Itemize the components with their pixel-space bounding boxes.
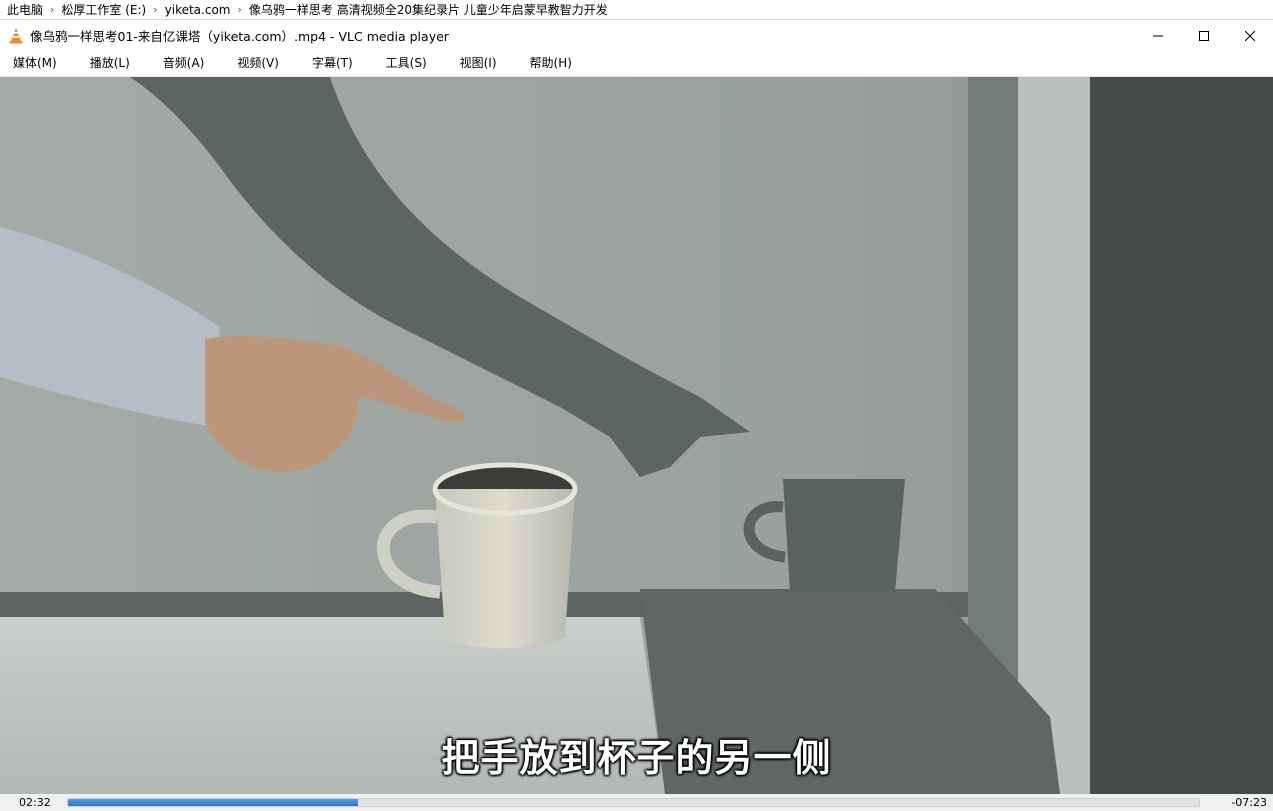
video-display[interactable]: 把手放到杯子的另一侧 [0,77,1273,794]
seek-bar-progress [68,799,358,806]
video-frame [0,77,1273,794]
menu-media[interactable]: 媒体(M) [6,50,64,77]
chevron-right-icon: › [237,3,242,16]
menu-video[interactable]: 视频(V) [230,50,286,77]
vlc-cone-icon [9,27,23,44]
menu-playback[interactable]: 播放(L) [83,50,137,77]
subtitle-text: 把手放到杯子的另一侧 [441,736,832,780]
explorer-breadcrumb: 此电脑 › 松厚工作室 (E:) › yiketa.com › 像乌鸦一样思考 … [0,0,1273,20]
chevron-right-icon: › [153,3,158,16]
close-icon [1245,30,1255,41]
menu-audio[interactable]: 音频(A) [156,50,212,77]
menu-bar: 媒体(M) 播放(L) 音频(A) 视频(V) 字幕(T) 工具(S) 视图(I… [0,50,1273,77]
minimize-button[interactable] [1135,21,1181,50]
window-title: 像乌鸦一样思考01-来自亿课塔（yiketa.com）.mp4 - VLC me… [30,29,449,44]
breadcrumb-item-this-pc[interactable]: 此电脑 [7,1,43,18]
menu-tools[interactable]: 工具(S) [379,50,434,77]
playback-controls: 02:32 -07:23 [0,794,1273,811]
maximize-button[interactable] [1181,21,1227,50]
menu-help[interactable]: 帮助(H) [523,50,579,77]
remaining-time[interactable]: -07:23 [1231,794,1267,811]
minimize-icon [1153,35,1163,36]
menu-view[interactable]: 视图(I) [453,50,504,77]
breadcrumb-item-site-folder[interactable]: yiketa.com [165,3,231,17]
elapsed-time: 02:32 [19,796,51,809]
breadcrumb-item-drive[interactable]: 松厚工作室 (E:) [61,1,146,18]
maximize-icon [1199,30,1209,41]
title-bar[interactable]: 像乌鸦一样思考01-来自亿课塔（yiketa.com）.mp4 - VLC me… [0,21,1273,50]
breadcrumb-item-series-folder[interactable]: 像乌鸦一样思考 高清视频全20集纪录片 儿童少年启蒙早教智力开发 [249,1,608,18]
seek-bar[interactable] [67,798,1200,807]
close-button[interactable] [1227,21,1273,50]
menu-subtitle[interactable]: 字幕(T) [305,50,360,77]
chevron-right-icon: › [50,3,55,16]
